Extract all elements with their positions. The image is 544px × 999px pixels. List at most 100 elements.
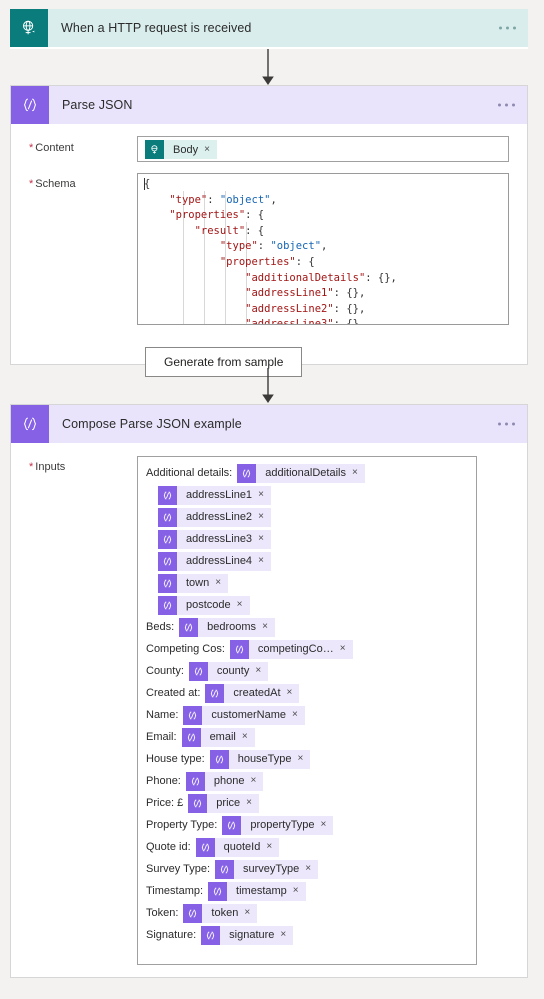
token-prefix-text: Timestamp:: [146, 885, 204, 897]
token-addressline2[interactable]: addressLine2 ×: [158, 506, 271, 528]
trigger-card[interactable]: When a HTTP request is received: [10, 9, 528, 49]
schema-code-line: "additionalDetails": {},: [245, 271, 397, 284]
schema-code-line: "addressLine3": {},: [245, 318, 366, 325]
token-prefix-text: Additional details:: [146, 467, 233, 479]
inputs-token-field[interactable]: Additional details: additionalDetails × add…: [137, 456, 477, 965]
input-token-line: postcode ×: [146, 594, 468, 616]
token-customername[interactable]: customerName ×: [183, 704, 305, 726]
token-prefix-text: House type:: [146, 753, 205, 765]
token-remove-button[interactable]: ×: [258, 550, 271, 572]
compose-card[interactable]: Compose Parse JSON example * Inputs Addit…: [10, 404, 528, 978]
token-surveytype[interactable]: surveyType ×: [215, 858, 319, 880]
input-token-line: House type: houseType ×: [146, 748, 468, 770]
braces-icon-small: [188, 793, 208, 813]
schema-row: * Schema { "type": "object", "properties"…: [11, 173, 527, 325]
token-body[interactable]: Body ×: [145, 140, 217, 159]
schema-code-line: "result": {: [194, 224, 265, 237]
compose-more-options-button[interactable]: [498, 422, 515, 426]
token-competingco[interactable]: competingCo… ×: [229, 638, 353, 660]
schema-editor[interactable]: { "type": "object", "properties": { "res…: [137, 173, 509, 325]
braces-icon-small: [205, 683, 225, 703]
braces-icon-small: [183, 903, 203, 923]
token-remove-button[interactable]: ×: [258, 484, 271, 506]
token-remove-button[interactable]: ×: [258, 506, 271, 528]
trigger-card-header[interactable]: When a HTTP request is received: [10, 9, 528, 47]
token-token[interactable]: token ×: [183, 902, 258, 924]
token-label: additionalDetails: [265, 467, 346, 479]
token-remove-button[interactable]: ×: [292, 704, 305, 726]
token-remove-button[interactable]: ×: [340, 638, 353, 660]
required-asterisk: *: [29, 142, 34, 154]
token-label: bedrooms: [207, 621, 257, 633]
input-token-line: Token: token ×: [146, 902, 468, 924]
token-town[interactable]: town ×: [158, 572, 229, 594]
parse-json-more-options-button[interactable]: [498, 103, 515, 107]
input-token-line: Phone: phone ×: [146, 770, 468, 792]
token-remove-button[interactable]: ×: [321, 814, 334, 836]
content-row: * Content Body ×: [11, 136, 527, 162]
schema-code-line: "type": "object",: [169, 193, 277, 206]
input-token-line: Name: customerName ×: [146, 704, 468, 726]
token-phone[interactable]: phone ×: [185, 770, 264, 792]
input-token-line: addressLine3 ×: [146, 528, 468, 550]
parse-json-body: * Content Body × * Schema {"type": "obj…: [11, 136, 527, 377]
input-token-line: Signature: signature ×: [146, 924, 468, 946]
token-label: customerName: [211, 709, 286, 721]
token-additionaldetails[interactable]: additionalDetails ×: [237, 462, 365, 484]
token-price[interactable]: price ×: [188, 792, 259, 814]
token-remove-button[interactable]: ×: [262, 616, 275, 638]
token-postcode[interactable]: postcode ×: [158, 594, 250, 616]
token-remove-button[interactable]: ×: [242, 726, 255, 748]
token-remove-button[interactable]: ×: [250, 770, 263, 792]
token-remove-button[interactable]: ×: [237, 594, 250, 616]
token-remove-button[interactable]: ×: [287, 682, 300, 704]
token-timestamp[interactable]: timestamp ×: [208, 880, 306, 902]
compose-card-header[interactable]: Compose Parse JSON example: [11, 405, 527, 443]
token-propertytype[interactable]: propertyType ×: [222, 814, 334, 836]
token-label: createdAt: [233, 687, 281, 699]
input-token-line: Additional details: additionalDetails ×: [146, 462, 468, 484]
token-remove-button[interactable]: ×: [246, 792, 259, 814]
token-remove-button[interactable]: ×: [293, 880, 306, 902]
token-remove-button[interactable]: ×: [298, 748, 311, 770]
schema-code-text: { "type": "object", "properties": { "res…: [138, 174, 508, 325]
token-remove-button[interactable]: ×: [266, 836, 279, 858]
token-email[interactable]: email ×: [181, 726, 255, 748]
token-label: addressLine2: [186, 511, 253, 523]
input-token-line: addressLine1 ×: [146, 484, 468, 506]
token-addressline3[interactable]: addressLine3 ×: [158, 528, 271, 550]
token-county[interactable]: county ×: [188, 660, 269, 682]
token-addressline1[interactable]: addressLine1 ×: [158, 484, 271, 506]
token-prefix-text: Quote id:: [146, 841, 191, 853]
token-prefix-text: Survey Type:: [146, 863, 210, 875]
token-remove-button[interactable]: ×: [215, 572, 228, 594]
token-remove-button[interactable]: ×: [204, 144, 217, 155]
token-prefix-text: Beds:: [146, 621, 175, 633]
token-bedrooms[interactable]: bedrooms ×: [179, 616, 275, 638]
token-prefix-text: County:: [146, 665, 184, 677]
token-quoteid[interactable]: quoteId ×: [195, 836, 280, 858]
token-remove-button[interactable]: ×: [305, 858, 318, 880]
schema-code-line: "type": "object",: [219, 240, 328, 253]
token-prefix-text: Signature:: [146, 929, 197, 941]
schema-code-line: "properties": {: [219, 255, 315, 268]
token-remove-button[interactable]: ×: [258, 528, 271, 550]
token-prefix-text: Name:: [146, 709, 179, 721]
token-signature[interactable]: signature ×: [201, 924, 294, 946]
schema-code-line: "properties": {: [169, 209, 265, 222]
token-housetype[interactable]: houseType ×: [209, 748, 311, 770]
token-remove-button[interactable]: ×: [352, 462, 365, 484]
braces-icon-small: [158, 529, 177, 549]
token-prefix-text: Phone:: [146, 775, 181, 787]
token-label: addressLine4: [186, 555, 253, 567]
parse-json-card[interactable]: Parse JSON * Content Body × * Schema {"…: [10, 85, 528, 377]
token-remove-button[interactable]: ×: [280, 924, 293, 946]
token-remove-button[interactable]: ×: [244, 902, 257, 924]
input-token-line: Quote id: quoteId ×: [146, 836, 468, 858]
content-input[interactable]: Body ×: [137, 136, 509, 162]
token-remove-button[interactable]: ×: [255, 660, 268, 682]
token-createdat[interactable]: createdAt ×: [205, 682, 300, 704]
parse-json-card-header[interactable]: Parse JSON: [11, 86, 527, 124]
token-addressline4[interactable]: addressLine4 ×: [158, 550, 271, 572]
trigger-more-options-button[interactable]: [499, 26, 516, 30]
